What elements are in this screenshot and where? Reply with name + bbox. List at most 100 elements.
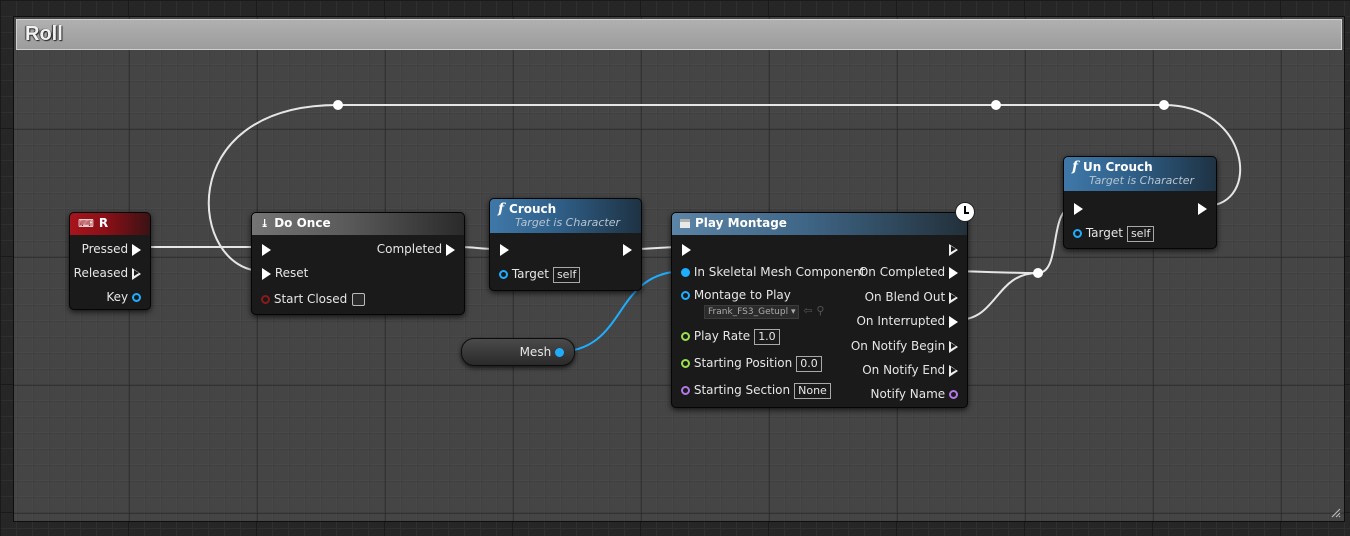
crouch-header[interactable]: f Crouch Target is Character <box>490 199 641 233</box>
pin-label: In Skeletal Mesh Component <box>693 265 866 279</box>
function-icon: f <box>1072 159 1079 175</box>
pin-exec-out[interactable] <box>1198 200 1207 216</box>
browse-search-icon[interactable]: ⚲ <box>816 304 824 317</box>
exec-pin-icon[interactable] <box>132 267 141 280</box>
pin-exec-in[interactable] <box>682 241 691 257</box>
data-pin-icon[interactable] <box>1073 229 1082 238</box>
do-once-header[interactable]: ⤓ Do Once <box>252 213 464 235</box>
pin-exec-in[interactable] <box>262 241 271 257</box>
pin-mesh[interactable]: Mesh <box>520 344 564 360</box>
exec-pin-icon[interactable] <box>500 243 509 256</box>
pin-on-blend-out[interactable]: On Blend Out <box>865 289 958 305</box>
pin-notify-name[interactable]: Notify Name <box>870 386 958 402</box>
play-montage-node[interactable]: Play Montage In Skeletal Mesh Component … <box>671 212 968 408</box>
data-pin-icon[interactable] <box>949 390 958 399</box>
data-pin-icon[interactable] <box>261 295 270 304</box>
pin-key[interactable]: Key <box>106 289 141 305</box>
pin-released[interactable]: Released <box>74 265 141 281</box>
mesh-variable-node[interactable]: Mesh <box>461 338 575 366</box>
exec-pin-icon[interactable] <box>949 340 958 353</box>
starting-position-value[interactable]: 0.0 <box>796 355 822 372</box>
pin-start-closed[interactable]: Start Closed <box>261 291 366 307</box>
exec-pin-icon[interactable] <box>262 243 271 256</box>
crouch-node[interactable]: f Crouch Target is Character Target self <box>489 198 642 291</box>
pin-in-skeletal-mesh[interactable]: In Skeletal Mesh Component <box>681 264 865 280</box>
target-value[interactable]: self <box>1126 225 1155 242</box>
pin-label: Key <box>106 290 129 304</box>
exec-pin-icon[interactable] <box>446 243 455 256</box>
pin-label: On Interrupted <box>856 314 946 328</box>
exec-pin-icon[interactable] <box>949 364 958 377</box>
exec-pin-icon[interactable] <box>949 243 958 256</box>
pin-label: Start Closed <box>273 292 348 306</box>
pin-label: Reset <box>274 266 309 280</box>
exec-pin-icon[interactable] <box>623 243 632 256</box>
do-once-icon: ⤓ <box>260 217 270 230</box>
pin-label: Play Rate <box>693 329 751 343</box>
reroute-node <box>333 100 343 110</box>
input-r-node[interactable]: ⌨ R Pressed Released Key <box>69 212 151 310</box>
exec-pin-icon[interactable] <box>262 267 271 280</box>
pin-exec-in[interactable] <box>500 241 509 257</box>
function-icon: f <box>498 201 505 217</box>
latent-clock-icon <box>955 202 975 222</box>
chevron-down-icon: ▾ <box>790 307 796 317</box>
pin-exec-out[interactable] <box>949 241 958 257</box>
exec-pin-icon[interactable] <box>1074 202 1083 215</box>
target-value[interactable]: self <box>552 266 581 283</box>
node-title: R <box>98 216 109 230</box>
data-pin-icon[interactable] <box>132 293 141 302</box>
exec-pin-icon[interactable] <box>132 243 141 256</box>
exec-pin-icon[interactable] <box>949 291 958 304</box>
montage-dropdown[interactable]: Frank_FS3_Getupl ▾ <box>704 305 800 319</box>
pin-pressed[interactable]: Pressed <box>82 241 141 257</box>
pin-on-completed[interactable]: On Completed <box>859 264 958 280</box>
pin-label: On Notify End <box>862 363 946 377</box>
exec-pin-icon[interactable] <box>1198 202 1207 215</box>
exec-pin-icon[interactable] <box>949 266 958 279</box>
use-selected-arrow-icon[interactable]: ⇦ <box>803 304 812 317</box>
pin-target[interactable]: Target self <box>1073 225 1155 242</box>
input-r-header[interactable]: ⌨ R <box>70 213 150 235</box>
data-pin-icon[interactable] <box>681 332 690 341</box>
play-montage-header[interactable]: Play Montage <box>672 213 967 235</box>
node-subtitle: Target is Character <box>515 216 620 229</box>
pin-montage-to-play[interactable]: Montage to Play <box>681 287 791 303</box>
reroute-node <box>1033 268 1043 278</box>
pin-starting-section[interactable]: Starting Section None <box>681 382 831 399</box>
pin-completed[interactable]: Completed <box>377 241 455 257</box>
pin-on-interrupted[interactable]: On Interrupted <box>856 313 958 329</box>
pin-label: Released <box>73 266 129 280</box>
pin-label: Target <box>1085 226 1123 240</box>
pin-on-notify-end[interactable]: On Notify End <box>862 362 958 378</box>
data-pin-icon[interactable] <box>681 359 690 368</box>
un-crouch-node[interactable]: f Un Crouch Target is Character Target sel… <box>1063 156 1217 249</box>
wire-oninterrupted-to-reroute <box>956 272 1039 321</box>
start-closed-checkbox[interactable] <box>352 293 366 306</box>
montage-asset-picker[interactable]: Frank_FS3_Getupl ▾ ⇦ ⚲ <box>704 302 824 319</box>
data-pin-icon[interactable] <box>555 348 564 357</box>
node-title: Un Crouch <box>1083 160 1153 174</box>
data-pin-icon[interactable] <box>681 386 690 395</box>
pin-label: Starting Position <box>693 356 793 370</box>
un-crouch-header[interactable]: f Un Crouch Target is Character <box>1064 157 1216 191</box>
data-pin-icon[interactable] <box>681 268 690 277</box>
pin-target[interactable]: Target self <box>499 266 581 283</box>
pin-exec-in[interactable] <box>1074 200 1083 216</box>
data-pin-icon[interactable] <box>681 291 690 300</box>
pin-play-rate[interactable]: Play Rate 1.0 <box>681 328 780 345</box>
exec-pin-icon[interactable] <box>949 315 958 328</box>
pin-exec-out[interactable] <box>623 241 632 257</box>
pin-label: Target <box>511 267 549 281</box>
pin-label: On Notify Begin <box>850 339 946 353</box>
do-once-node[interactable]: ⤓ Do Once Completed Reset Start Closed <box>251 212 465 315</box>
exec-pin-icon[interactable] <box>682 243 691 256</box>
pin-starting-position[interactable]: Starting Position 0.0 <box>681 355 822 372</box>
pin-on-notify-begin[interactable]: On Notify Begin <box>851 338 958 354</box>
montage-value: Frank_FS3_Getupl <box>708 307 789 317</box>
pin-reset[interactable]: Reset <box>262 265 308 281</box>
starting-section-value[interactable]: None <box>794 382 831 399</box>
play-rate-value[interactable]: 1.0 <box>754 328 780 345</box>
data-pin-icon[interactable] <box>499 270 508 279</box>
node-title: Play Montage <box>695 216 787 230</box>
